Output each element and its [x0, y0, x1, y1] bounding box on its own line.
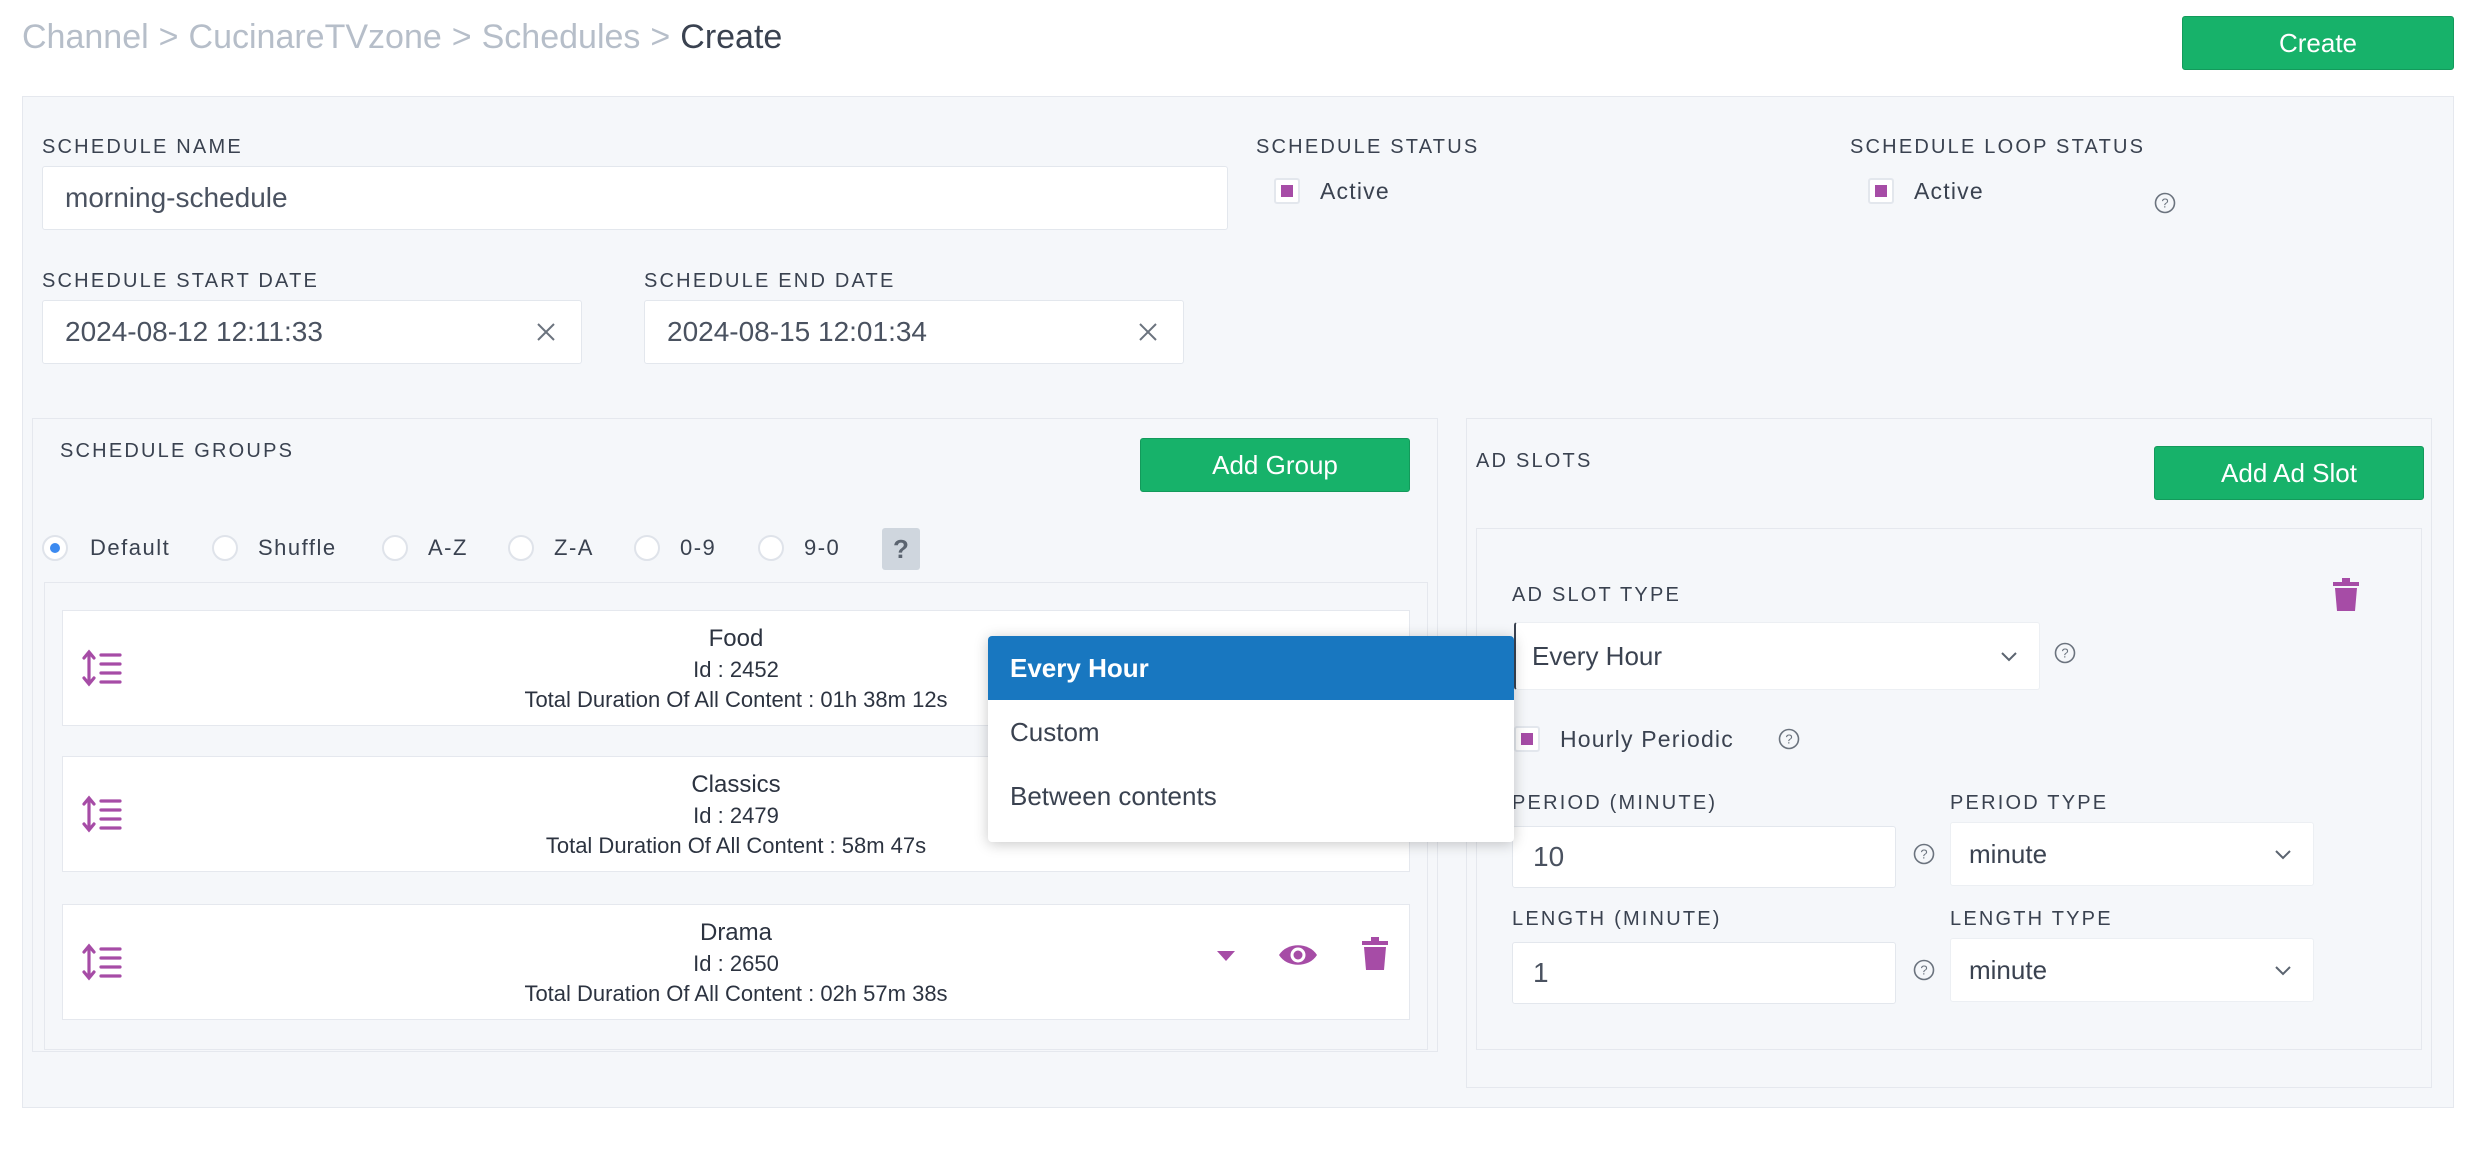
group-title: Drama: [699, 919, 772, 946]
ad-slots-title: AD SLOTS: [1476, 450, 1593, 472]
sort-radio-shuffle[interactable]: [212, 535, 238, 561]
group-duration: Total Duration Of All Content : 02h 57m …: [524, 981, 948, 1006]
period-type-select[interactable]: minute: [1950, 822, 2314, 886]
schedule-start-date-label: SCHEDULE START DATE: [42, 270, 320, 292]
help-circle-icon[interactable]: ?: [2054, 642, 2076, 664]
schedule-end-date-label: SCHEDULE END DATE: [644, 270, 896, 292]
dropdown-option-between-contents[interactable]: Between contents: [988, 764, 1514, 828]
dropdown-option-custom[interactable]: Custom: [988, 700, 1514, 764]
help-circle-icon[interactable]: ?: [1913, 959, 1935, 981]
end-date-value: 2024-08-15 12:01:34: [667, 316, 927, 347]
svg-text:?: ?: [1920, 847, 1927, 862]
ad-slot-type-value: Every Hour: [1532, 640, 1663, 671]
create-button[interactable]: Create: [2182, 16, 2454, 70]
sort-radio-default[interactable]: [42, 535, 68, 561]
svg-text:?: ?: [2161, 196, 2168, 211]
breadcrumb-channel-name[interactable]: CucinareTVzone: [189, 18, 442, 56]
period-input[interactable]: 10: [1512, 826, 1896, 888]
hourly-periodic-label: Hourly Periodic: [1560, 726, 1734, 752]
schedule-loop-status-label: SCHEDULE LOOP STATUS: [1850, 136, 2146, 158]
add-ad-slot-button[interactable]: Add Ad Slot: [2154, 446, 2424, 500]
period-type-value: minute: [1969, 838, 2048, 869]
schedule-status-label: SCHEDULE STATUS: [1256, 136, 1480, 158]
breadcrumb-schedules[interactable]: Schedules: [482, 18, 641, 56]
add-group-button[interactable]: Add Group: [1140, 438, 1410, 492]
sort-help-button[interactable]: ?: [882, 528, 920, 570]
svg-text:?: ?: [1920, 963, 1927, 978]
breadcrumb-separator: >: [451, 18, 472, 56]
length-type-select[interactable]: minute: [1950, 938, 2314, 1002]
group-id: Id : 2650: [693, 951, 779, 976]
length-label: LENGTH (MINUTE): [1512, 908, 1722, 930]
trash-icon[interactable]: [2332, 578, 2360, 612]
sort-radio-a-z[interactable]: [382, 535, 408, 561]
help-circle-icon[interactable]: ?: [1913, 843, 1935, 865]
schedule-groups-title: SCHEDULE GROUPS: [60, 440, 295, 462]
eye-icon[interactable]: [1277, 939, 1319, 971]
group-card[interactable]: Drama Id : 2650 Total Duration Of All Co…: [62, 904, 1410, 1020]
schedule-loop-checkbox[interactable]: [1868, 178, 1894, 204]
schedule-name-label: SCHEDULE NAME: [42, 136, 243, 158]
sort-label-0-9: 0-9: [680, 535, 717, 560]
period-type-label: PERIOD TYPE: [1950, 792, 2109, 814]
sort-label-z-a: Z-A: [554, 535, 594, 560]
period-label: PERIOD (MINUTE): [1512, 792, 1718, 814]
schedule-end-date-input[interactable]: 2024-08-15 12:01:34: [644, 300, 1184, 364]
chevron-down-icon: [2001, 652, 2017, 662]
breadcrumb-current: Create: [680, 18, 783, 56]
chevron-down-icon: [2275, 850, 2291, 860]
caret-down-icon[interactable]: [1215, 949, 1237, 963]
sort-label-shuffle: Shuffle: [258, 535, 337, 560]
chevron-down-icon: [2275, 966, 2291, 976]
dropdown-option-every-hour[interactable]: Every Hour: [988, 636, 1514, 700]
breadcrumb-channel[interactable]: Channel: [22, 18, 149, 56]
sort-radio-0-9[interactable]: [634, 535, 660, 561]
ad-slot-type-select[interactable]: Every Hour: [1514, 622, 2040, 690]
breadcrumb-separator: >: [650, 18, 671, 56]
sort-label-default: Default: [90, 535, 171, 560]
help-circle-icon[interactable]: ?: [1778, 728, 1800, 750]
sort-label-a-z: A-Z: [428, 535, 468, 560]
svg-text:?: ?: [1785, 732, 1792, 747]
clear-icon[interactable]: [533, 319, 559, 345]
start-date-value: 2024-08-12 12:11:33: [65, 316, 323, 347]
sort-label-9-0: 9-0: [804, 535, 841, 560]
schedule-status-value: Active: [1320, 178, 1390, 204]
sort-radio-z-a[interactable]: [508, 535, 534, 561]
hourly-periodic-checkbox[interactable]: [1514, 726, 1540, 752]
ad-slot-type-label: AD SLOT TYPE: [1512, 584, 1682, 606]
schedule-status-checkbox[interactable]: [1274, 178, 1300, 204]
schedule-start-date-input[interactable]: 2024-08-12 12:11:33: [42, 300, 582, 364]
schedule-name-input[interactable]: morning-schedule: [42, 166, 1228, 230]
length-type-label: LENGTH TYPE: [1950, 908, 2113, 930]
ad-slot-type-dropdown: Every Hour Custom Between contents: [988, 636, 1514, 842]
svg-text:?: ?: [2061, 646, 2068, 661]
clear-icon[interactable]: [1135, 319, 1161, 345]
length-type-value: minute: [1969, 954, 2048, 985]
trash-icon[interactable]: [1361, 937, 1389, 971]
sort-radio-9-0[interactable]: [758, 535, 784, 561]
help-circle-icon[interactable]: ?: [2154, 192, 2176, 214]
length-input[interactable]: 1: [1512, 942, 1896, 1004]
schedule-loop-value: Active: [1914, 178, 1984, 204]
breadcrumb-separator: >: [158, 18, 179, 56]
breadcrumb: Channel > CucinareTVzone > Schedules > Create: [22, 18, 782, 57]
